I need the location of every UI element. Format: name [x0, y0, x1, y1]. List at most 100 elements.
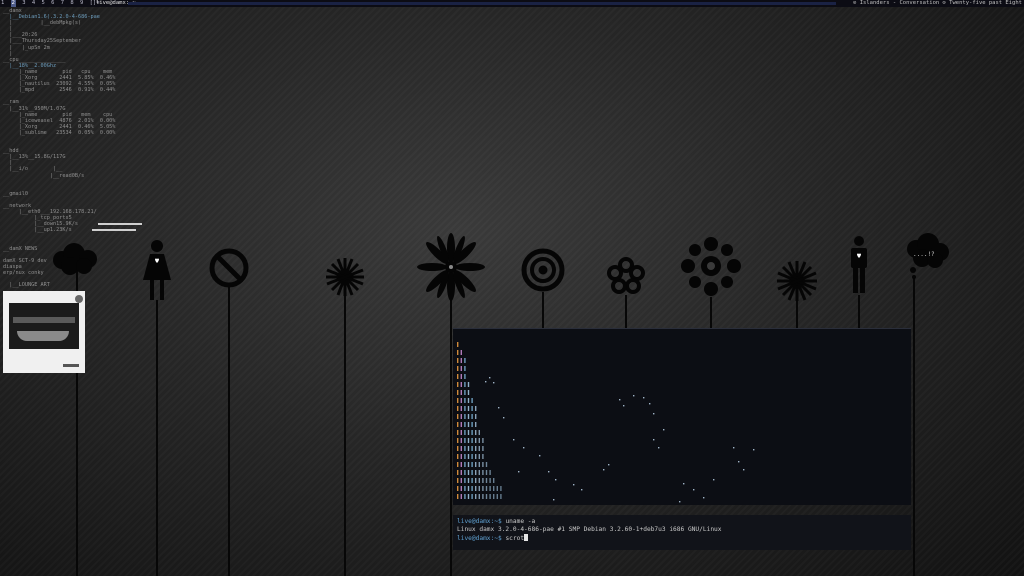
visualizer-bar — [460, 438, 462, 443]
visualizer-dot — [553, 499, 555, 501]
visualizer-dot — [503, 417, 505, 419]
visualizer-bar — [482, 438, 484, 443]
visualizer-bar — [471, 454, 473, 459]
visualizer-bar — [471, 398, 473, 403]
visualizer-bar — [500, 494, 502, 499]
visualizer-bar — [464, 438, 466, 443]
visualizer-bar — [478, 462, 480, 467]
visualizer-bar — [460, 414, 462, 419]
visualizer-bar — [464, 374, 466, 379]
visualizer-bar — [464, 446, 466, 451]
visualizer-bar — [471, 406, 473, 411]
shell-terminal-window[interactable]: live@damx:~$ uname -a Linux damx 3.2.0-4… — [453, 515, 911, 550]
visualizer-bar — [471, 494, 473, 499]
visualizer-dot — [658, 447, 660, 449]
visualizer-dot — [518, 471, 520, 473]
visualizer-bar — [485, 478, 488, 483]
visualizer-bar — [475, 446, 477, 451]
album-photo — [9, 303, 79, 349]
visualizer-bar — [482, 454, 484, 459]
visualizer-dot — [513, 439, 515, 441]
visualizer-bar — [464, 390, 466, 395]
album-label-logo — [63, 364, 79, 367]
woman-figure-icon — [143, 240, 171, 300]
visualizer-bar — [464, 478, 466, 483]
visualizer-bar — [475, 430, 477, 435]
visualizer-bar — [457, 342, 459, 347]
visualizer-bar — [460, 430, 462, 435]
visualizer-bar — [471, 478, 473, 483]
visualizer-bar — [475, 478, 477, 483]
visualizer-bar — [457, 494, 459, 499]
no-entry-icon — [209, 248, 249, 288]
visualizer-dot — [619, 399, 621, 401]
visualizer-bar — [464, 470, 466, 475]
terminal-command: uname -a — [505, 518, 536, 525]
terminal-output-line: Linux damx 3.2.0-4-686-pae #1 SMP Debian… — [457, 526, 722, 533]
visualizer-dot — [485, 381, 487, 383]
visualizer-bar — [464, 430, 466, 435]
visualizer-dot — [738, 461, 740, 463]
terminal-line-2[interactable]: live@damx:~$ scrot — [457, 534, 907, 543]
visualizer-bar — [482, 478, 484, 483]
visualizer-dot — [539, 455, 541, 457]
visualizer-bar — [478, 438, 480, 443]
visualizer-bar — [457, 430, 459, 435]
visualizer-dot — [603, 469, 605, 471]
burst-flower-icon — [777, 261, 817, 301]
visualizer-bar — [464, 358, 466, 363]
visualizer-bar — [457, 358, 459, 363]
visualizer-bar — [464, 366, 466, 371]
visualizer-bar — [457, 438, 459, 443]
visualizer-terminal-window[interactable] — [453, 328, 911, 505]
visualizer-dot — [753, 449, 755, 451]
visualizer-bar — [467, 462, 470, 467]
visualizer-dot — [581, 489, 583, 491]
album-badge-icon — [75, 295, 83, 303]
lotus-center — [707, 262, 715, 270]
visualizer-bar — [475, 462, 477, 467]
conky-system-monitor: __damx |__Debian1.6(.3.2.0-4-686-pae | |… — [3, 8, 142, 288]
visualizer-bar — [460, 398, 462, 403]
visualizer-bar — [467, 494, 470, 499]
visualizer-bar — [493, 494, 495, 499]
visualizer-dot — [633, 395, 635, 397]
album-photo-road — [17, 331, 69, 341]
visualizer-bar — [460, 462, 462, 467]
visualizer-bar — [460, 390, 462, 395]
clover-flower-icon — [607, 257, 645, 294]
visualizer-bar — [467, 438, 470, 443]
visualizer-dot — [573, 484, 575, 486]
visualizer-bar — [460, 478, 462, 483]
visualizer-bar — [460, 350, 462, 355]
visualizer-bar — [485, 470, 488, 475]
visualizer-dot — [498, 407, 500, 409]
visualizer-bar — [464, 382, 466, 387]
visualizer-bar — [467, 430, 470, 435]
visualizer-dot — [523, 447, 525, 449]
visualizer-bar — [471, 486, 473, 491]
visualizer-bar — [460, 494, 462, 499]
visualizer-bar — [460, 422, 462, 427]
visualizer-bar — [464, 406, 466, 411]
visualizer-bar — [496, 486, 498, 491]
album-photo-band — [13, 317, 75, 323]
visualizer-bar — [464, 414, 466, 419]
visualizer-bar — [457, 350, 459, 355]
network-bar — [97, 222, 142, 225]
visualizer-bar — [493, 478, 495, 483]
album-art — [3, 291, 85, 373]
visualizer-dot — [679, 501, 681, 503]
visualizer-bar — [460, 358, 462, 363]
visualizer-bar — [482, 486, 484, 491]
sunburst-flower-icon — [326, 258, 364, 296]
visualizer-bar — [478, 430, 480, 435]
text-cursor — [524, 534, 529, 541]
visualizer-bar — [482, 470, 484, 475]
visualizer-bar — [464, 398, 466, 403]
visualizer-bar — [467, 422, 470, 427]
visualizer-bar — [478, 470, 480, 475]
visualizer-bar — [471, 438, 473, 443]
visualizer-bar — [460, 470, 462, 475]
terminal-current-input[interactable]: scrot — [505, 535, 524, 542]
